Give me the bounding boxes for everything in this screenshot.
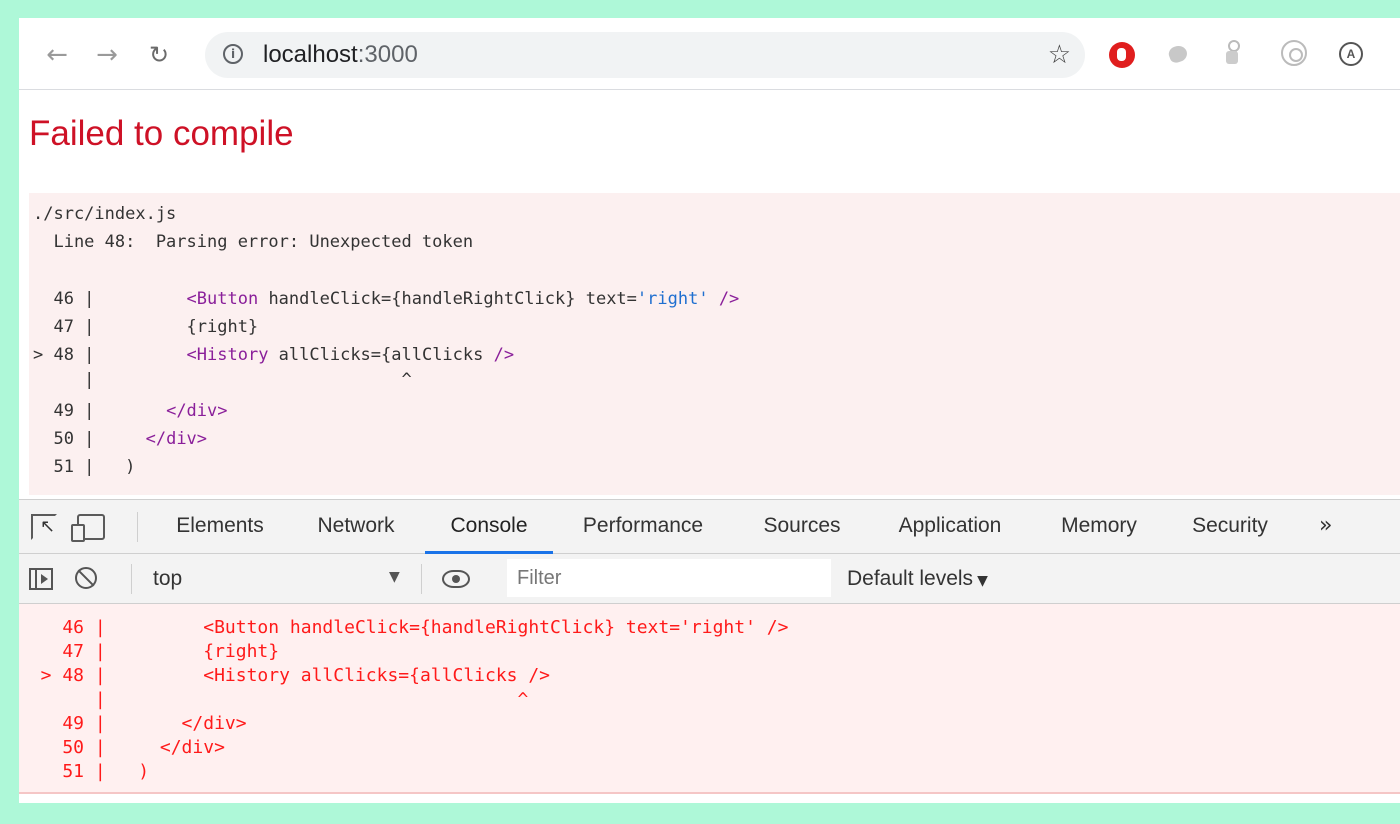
inspect-element-icon[interactable] <box>31 514 57 540</box>
error-file: ./src/index.js <box>33 204 177 224</box>
code-line-46: 46 | <Button handleClick={handleRightCli… <box>33 288 739 310</box>
tab-security[interactable]: Security <box>1177 500 1283 554</box>
browser-window: ← → ↻ i localhost:3000 ☆ A Failed to com… <box>19 18 1400 803</box>
chevron-down-icon[interactable]: ▼ <box>389 569 400 585</box>
console-line: 49 | </div> <box>19 713 247 734</box>
eye-icon[interactable] <box>442 570 470 588</box>
target-extension-icon[interactable] <box>1281 40 1307 66</box>
console-prompt-area[interactable] <box>19 794 1400 803</box>
divider <box>137 512 138 542</box>
tab-performance[interactable]: Performance <box>569 500 717 554</box>
code-line-51: 51 | ) <box>33 457 136 477</box>
url-text[interactable]: localhost:3000 <box>263 42 418 68</box>
tab-memory[interactable]: Memory <box>1044 500 1154 554</box>
console-line: 50 | </div> <box>19 737 225 758</box>
clear-console-icon[interactable] <box>75 567 97 589</box>
arrow-left-icon[interactable]: ← <box>41 38 73 72</box>
a-extension-icon[interactable]: A <box>1339 42 1363 66</box>
info-icon[interactable]: i <box>223 44 243 64</box>
console-line: 51 | ) <box>19 761 150 782</box>
error-message: Line 48: Parsing error: Unexpected token <box>33 232 474 252</box>
line-gutter: 49 | <box>33 401 105 421</box>
log-levels-dropdown[interactable]: Default levels ▼ <box>847 567 988 591</box>
jsx-attrs: handleClick={handleRightClick} text= <box>258 289 637 309</box>
divider <box>421 564 422 594</box>
reload-icon[interactable]: ↻ <box>143 38 175 72</box>
device-toolbar-icon[interactable] <box>71 514 105 542</box>
tab-sources[interactable]: Sources <box>747 500 857 554</box>
star-icon[interactable]: ☆ <box>1048 40 1071 70</box>
filter-input[interactable] <box>507 559 831 597</box>
code-line-48: > 48 | <History allClicks={allClicks /> <box>33 344 514 366</box>
jsx-tag: </div> <box>166 401 228 421</box>
console-line: > 48 | <History allClicks={allClicks /> <box>19 665 551 686</box>
tab-elements[interactable]: Elements <box>161 500 279 554</box>
tab-console[interactable]: Console <box>425 500 553 554</box>
context-selector[interactable]: top <box>153 567 182 591</box>
line-gutter: 46 | <box>33 289 105 309</box>
blob-extension-icon[interactable] <box>1166 43 1190 65</box>
tab-application[interactable]: Application <box>877 500 1023 554</box>
console-error-message[interactable]: 46 | <Button handleClick={handleRightCli… <box>19 604 1400 794</box>
browser-toolbar: ← → ↻ i localhost:3000 ☆ A <box>19 18 1400 90</box>
console-toolbar: top ▼ Default levels▼ <box>19 554 1400 604</box>
line-gutter: > 48 | <box>33 345 105 365</box>
jsx-attrs: allClicks={allClicks <box>268 345 494 365</box>
log-levels-label: Default levels <box>847 567 974 590</box>
devtools-panel: Elements Network Console Performance Sou… <box>19 499 1400 803</box>
console-line: 46 | <Button handleClick={handleRightCli… <box>19 617 789 638</box>
error-box: ./src/index.js Line 48: Parsing error: U… <box>29 193 1400 495</box>
line-gutter: 50 | <box>33 429 105 449</box>
jsx-tag: </div> <box>145 429 208 449</box>
tab-network[interactable]: Network <box>301 500 411 554</box>
address-bar[interactable]: i localhost:3000 ☆ <box>205 32 1085 78</box>
devtools-tabbar: Elements Network Console Performance Sou… <box>19 500 1400 554</box>
stop-extension-icon[interactable] <box>1109 42 1135 68</box>
url-port: :3000 <box>357 41 418 68</box>
jsx-tag: /> <box>493 345 515 365</box>
figure-extension-icon[interactable] <box>1224 40 1240 66</box>
jsx-tag: <Button <box>186 289 259 309</box>
code-line-49: 49 | </div> <box>33 400 228 422</box>
arrow-right-icon[interactable]: → <box>91 38 123 72</box>
console-line: | ^ <box>19 689 529 710</box>
jsx-tag: /> <box>718 289 740 309</box>
code-caret-line: | ^ <box>33 370 412 390</box>
show-sidebar-icon[interactable] <box>29 568 53 590</box>
code-line-47: 47 | {right} <box>33 317 259 337</box>
console-line: 47 | {right} <box>19 641 280 662</box>
jsx-string: 'right' <box>636 289 709 309</box>
page-title: Failed to compile <box>29 114 294 153</box>
more-tabs-icon[interactable]: » <box>1319 500 1332 554</box>
url-host: localhost <box>263 41 358 68</box>
divider <box>131 564 132 594</box>
chevron-down-icon: ▼ <box>977 573 988 589</box>
code-line-50: 50 | </div> <box>33 428 207 450</box>
jsx-tag: <History <box>186 345 269 365</box>
